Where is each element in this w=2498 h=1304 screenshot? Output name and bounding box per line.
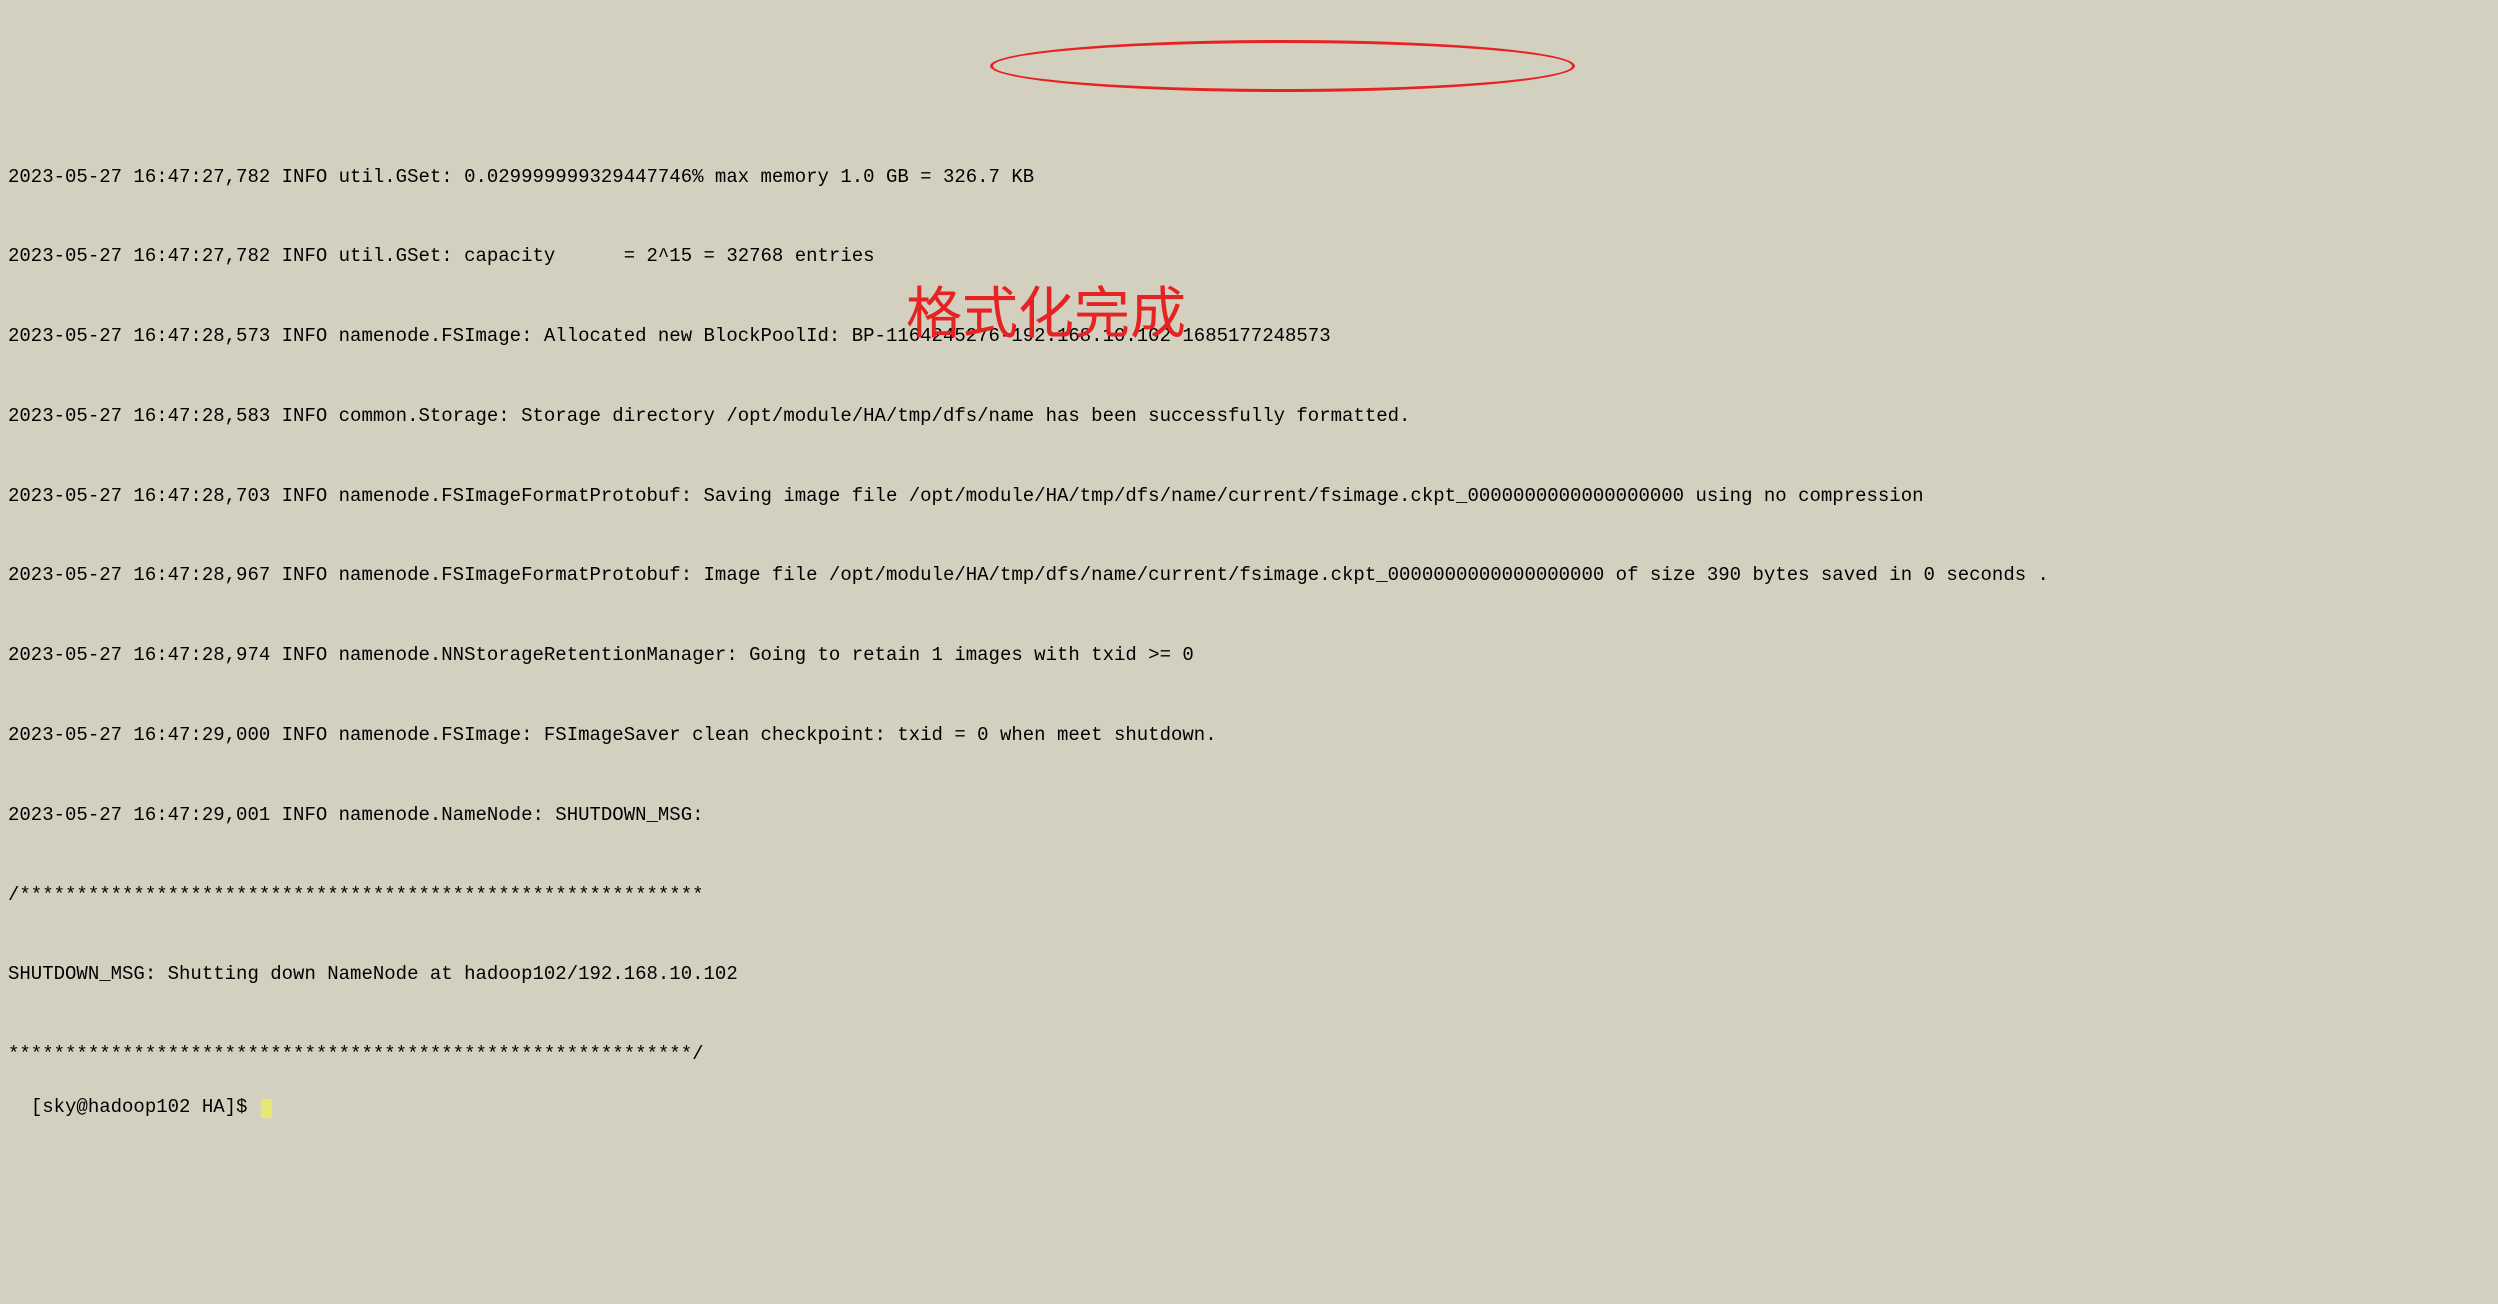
log-line: 2023-05-27 16:47:28,583 INFO common.Stor… [8, 403, 2490, 430]
annotation-circle [990, 40, 1575, 92]
shell-prompt[interactable]: [sky@hadoop102 HA]$ [31, 1096, 259, 1118]
log-line: ****************************************… [8, 1041, 2490, 1068]
log-line: 2023-05-27 16:47:28,974 INFO namenode.NN… [8, 642, 2490, 669]
cursor [261, 1099, 272, 1118]
log-line: 2023-05-27 16:47:28,703 INFO namenode.FS… [8, 483, 2490, 510]
log-line: 2023-05-27 16:47:27,782 INFO util.GSet: … [8, 164, 2490, 191]
log-line: 2023-05-27 16:47:29,001 INFO namenode.Na… [8, 802, 2490, 829]
log-line: 2023-05-27 16:47:29,000 INFO namenode.FS… [8, 722, 2490, 749]
log-line: 2023-05-27 16:47:28,967 INFO namenode.FS… [8, 562, 2490, 589]
log-line: 2023-05-27 16:47:27,782 INFO util.GSet: … [8, 243, 2490, 270]
log-line: SHUTDOWN_MSG: Shutting down NameNode at … [8, 961, 2490, 988]
terminal-output: 2023-05-27 16:47:27,782 INFO util.GSet: … [8, 110, 2490, 1121]
log-line: /***************************************… [8, 882, 2490, 909]
log-line: 2023-05-27 16:47:28,573 INFO namenode.FS… [8, 323, 2490, 350]
